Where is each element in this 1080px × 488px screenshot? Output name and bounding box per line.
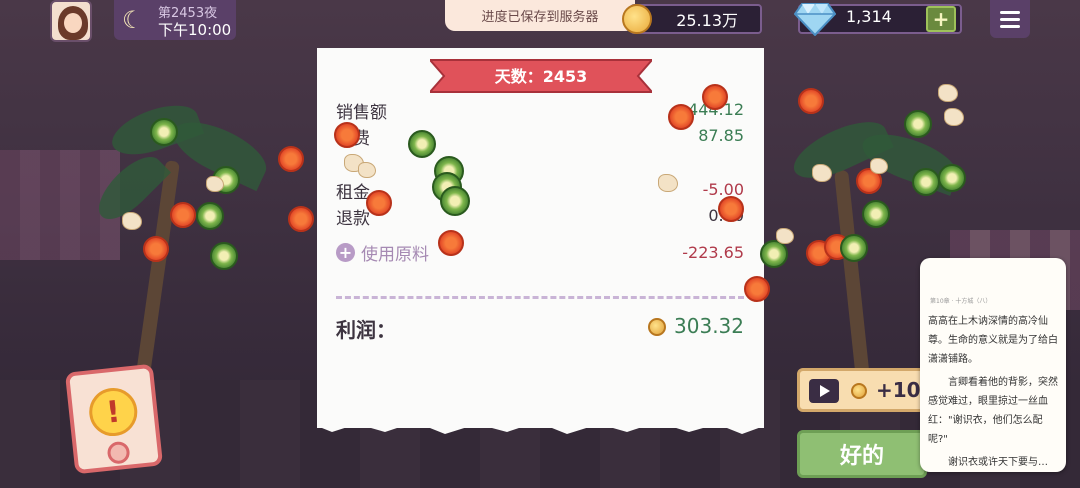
coin-icon <box>851 383 867 399</box>
hamburger-icon <box>1000 10 1020 14</box>
exclamation-icon: ! <box>86 385 140 439</box>
expand-plus-icon: + <box>336 243 355 262</box>
reader-chapter-header: 第10章 · 十方城（八） <box>930 298 992 305</box>
tips-value: 87.85 <box>698 126 744 145</box>
play-video-icon <box>809 379 839 403</box>
ingredients-label: 使用原料 <box>361 245 429 265</box>
refund-label: 退款 <box>336 209 370 229</box>
player-avatar[interactable] <box>50 0 92 42</box>
profit-value: 303.32 <box>674 314 744 338</box>
receipt-torn-edge <box>317 416 764 434</box>
day-title: 天数：2453 <box>494 67 588 86</box>
reader-paragraph: 高高在上木讷深情的高冷仙尊。生命的意义就是为了给白潇潇铺路。 <box>928 316 1058 365</box>
ingredients-value: -223.65 <box>682 243 744 262</box>
coin-icon <box>622 4 652 34</box>
watch-ad-reward-button[interactable]: +10 <box>797 368 927 412</box>
moon-icon: ☾ <box>122 6 144 34</box>
coin-icon <box>648 318 666 336</box>
ok-button[interactable]: 好的 <box>797 430 927 478</box>
ingredients-toggle[interactable]: + 使用原料 <box>336 240 429 265</box>
sales-label: 销售额 <box>336 103 387 123</box>
alert-dot <box>106 440 131 465</box>
alert-card-button[interactable]: ! <box>64 363 164 475</box>
receipt-divider <box>336 296 744 299</box>
novel-reader-overlay[interactable]: 第10章 · 十方城（八） 高高在上木讷深情的高冷仙尊。生命的意义就是为了给白潇… <box>920 258 1066 472</box>
menu-button[interactable] <box>990 0 1030 38</box>
add-gems-button[interactable]: + <box>926 6 956 32</box>
time-panel: ☾ 第2453夜 下午10:00 <box>114 0 236 40</box>
diamond-icon <box>794 3 836 36</box>
save-toast: 进度已保存到服务器 <box>445 0 635 31</box>
reader-paragraph: 谢识衣或许天下要与… <box>948 457 1048 468</box>
reader-paragraph: 言卿看着他的背影，突然感觉难过，眼里掠过一丝血红："谢识衣，他们怎么配呢?" <box>928 377 1058 445</box>
rent-label: 租金 <box>336 183 370 203</box>
game-clock: 下午10:00 <box>158 21 232 39</box>
reader-text: 高高在上木讷深情的高冷仙尊。生命的意义就是为了给白潇潇铺路。 言卿看着他的背影，… <box>928 312 1060 472</box>
rent-value: -5.00 <box>702 180 744 199</box>
gem-count: 1,314 <box>846 7 892 26</box>
ad-reward-amount: +10 <box>876 378 921 402</box>
profit-label: 利润： <box>336 318 396 342</box>
